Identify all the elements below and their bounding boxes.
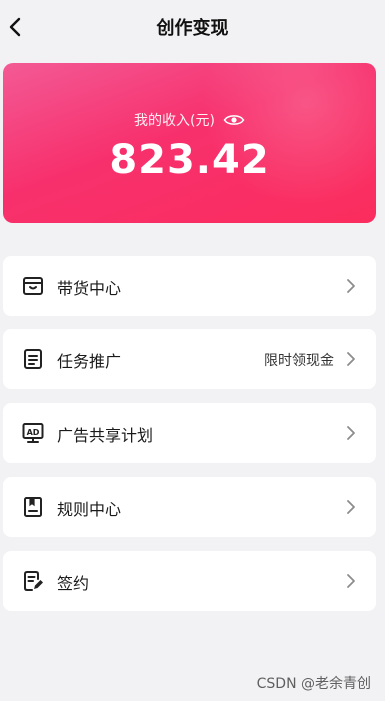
- store-box-icon: [23, 277, 43, 295]
- income-label: 我的收入(元): [134, 113, 215, 129]
- chevron-right-icon: [347, 352, 355, 366]
- menu-item-goods-center[interactable]: 带货中心: [3, 256, 376, 316]
- chevron-right-icon: [347, 426, 355, 440]
- promo-hint-text: 限时领现金: [264, 353, 334, 369]
- menu-item-rules-center[interactable]: 规则中心: [3, 477, 376, 537]
- sign-contract-icon: [24, 571, 43, 591]
- rules-book-icon: [24, 497, 42, 517]
- chevron-right-icon: [347, 279, 355, 293]
- menu-item-label: 广告共享计划: [57, 426, 154, 445]
- menu-item-sign-contract[interactable]: 签约: [3, 551, 376, 611]
- income-amount: 823.42: [109, 137, 270, 183]
- toggle-visibility-button[interactable]: [223, 112, 245, 128]
- menu-item-ad-sharing-plan[interactable]: AD 广告共享计划: [3, 403, 376, 463]
- menu-item-label: 规则中心: [57, 500, 122, 519]
- task-document-icon: [24, 349, 42, 369]
- income-card: 我的收入(元) 823.42: [3, 63, 376, 223]
- menu-item-label: 签约: [57, 574, 90, 593]
- eye-icon: [223, 115, 245, 125]
- ad-monitor-icon: AD: [22, 423, 44, 443]
- menu-item-label: 任务推广: [57, 352, 122, 371]
- income-label-row: 我的收入(元): [3, 110, 376, 130]
- top-navigation-bar: 创作变现: [0, 0, 385, 54]
- chevron-right-icon: [347, 500, 355, 514]
- chevron-right-icon: [347, 574, 355, 588]
- menu-item-task-promotion[interactable]: 任务推广 限时领现金: [3, 329, 376, 389]
- svg-text:AD: AD: [27, 428, 40, 437]
- menu-item-label: 带货中心: [57, 279, 122, 298]
- page-title: 创作变现: [156, 18, 229, 39]
- watermark-text: CSDN @老余青创: [256, 676, 371, 692]
